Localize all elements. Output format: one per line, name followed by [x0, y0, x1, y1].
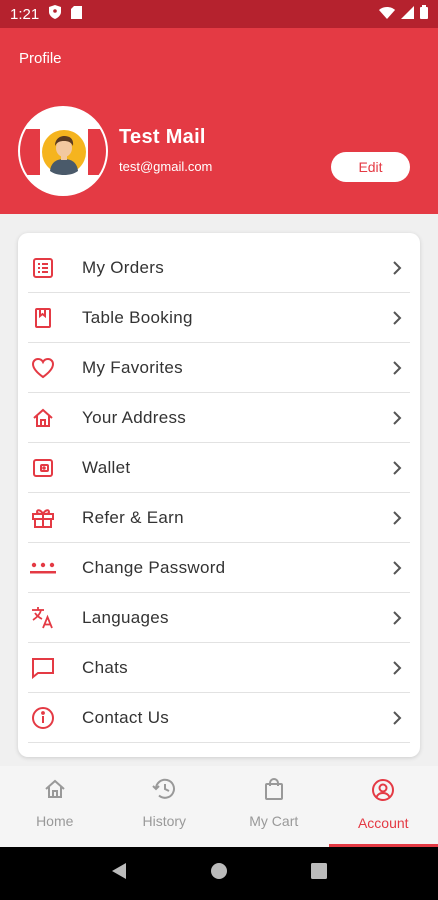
menu-item-my-orders[interactable]: My Orders [28, 243, 410, 293]
chevron-right-icon [392, 510, 402, 526]
menu-item-refer-earn[interactable]: Refer & Earn [28, 493, 410, 543]
recents-square-icon[interactable] [310, 863, 327, 884]
user-avatar-icon [42, 130, 86, 175]
menu-item-label: Your Address [82, 407, 187, 427]
sd-card-icon [71, 5, 83, 23]
menu-item-wallet[interactable]: Wallet [28, 443, 410, 493]
status-bar: 1:21 [0, 0, 438, 28]
shopping-bag-icon [264, 778, 284, 803]
menu-item-languages[interactable]: Languages [28, 593, 410, 643]
chevron-right-icon [392, 660, 402, 676]
account-menu-card: My Orders Table Booking My Favorites You… [18, 233, 420, 757]
system-nav-bar [0, 847, 438, 900]
page-title: Profile [19, 50, 62, 67]
chevron-right-icon [392, 360, 402, 376]
menu-item-label: Contact Us [82, 707, 170, 727]
translate-icon [30, 605, 56, 631]
profile-header: Profile Test Mail test@gmail.com Edit [0, 28, 438, 214]
avatar[interactable] [18, 106, 108, 196]
chevron-right-icon [392, 310, 402, 326]
menu-item-label: Table Booking [82, 307, 193, 327]
home-icon [44, 778, 66, 803]
nav-label: Home [36, 813, 74, 829]
shield-icon [49, 5, 62, 23]
home-circle-icon[interactable] [210, 862, 228, 885]
wallet-icon [30, 455, 56, 481]
chevron-right-icon [392, 710, 402, 726]
back-icon[interactable] [111, 862, 127, 885]
nav-label: Account [357, 815, 409, 831]
chevron-right-icon [392, 560, 402, 576]
nav-item-account[interactable]: Account [328, 766, 438, 847]
signal-icon [401, 5, 414, 23]
chevron-right-icon [392, 460, 402, 476]
status-time: 1:21 [10, 5, 40, 23]
home-icon [30, 405, 56, 431]
edit-profile-button[interactable]: Edit [331, 152, 410, 182]
chevron-right-icon [392, 410, 402, 426]
nav-item-history[interactable]: History [110, 766, 220, 847]
history-icon [152, 778, 176, 803]
chevron-right-icon [392, 260, 402, 276]
password-dots-icon [30, 555, 56, 581]
orders-list-icon [30, 255, 56, 281]
menu-item-label: My Orders [82, 257, 165, 277]
chevron-right-icon [392, 610, 402, 626]
menu-item-your-address[interactable]: Your Address [28, 393, 410, 443]
heart-icon [30, 355, 56, 381]
menu-item-label: Chats [82, 657, 128, 677]
menu-item-chats[interactable]: Chats [28, 643, 410, 693]
bookmark-icon [30, 305, 56, 331]
menu-item-contact-us[interactable]: Contact Us [28, 693, 410, 743]
menu-item-change-password[interactable]: Change Password [28, 543, 410, 593]
nav-item-my-cart[interactable]: My Cart [219, 766, 329, 847]
chat-icon [30, 655, 56, 681]
bottom-nav: Home History My Cart Account [0, 766, 438, 847]
nav-label: My Cart [249, 813, 299, 829]
nav-item-home[interactable]: Home [0, 766, 110, 847]
menu-item-my-favorites[interactable]: My Favorites [28, 343, 410, 393]
menu-item-table-booking[interactable]: Table Booking [28, 293, 410, 343]
wifi-icon [379, 6, 395, 23]
menu-item-label: Languages [82, 607, 169, 627]
menu-item-label: Change Password [82, 557, 226, 577]
user-email: test@gmail.com [119, 159, 213, 174]
battery-icon [420, 5, 428, 23]
info-icon [30, 705, 56, 731]
menu-item-label: Refer & Earn [82, 507, 184, 527]
menu-item-label: My Favorites [82, 357, 183, 377]
nav-label: History [142, 813, 187, 829]
menu-item-label: Wallet [82, 457, 131, 477]
account-icon [371, 778, 395, 805]
gift-icon [30, 505, 56, 531]
user-name: Test Mail [119, 126, 206, 148]
